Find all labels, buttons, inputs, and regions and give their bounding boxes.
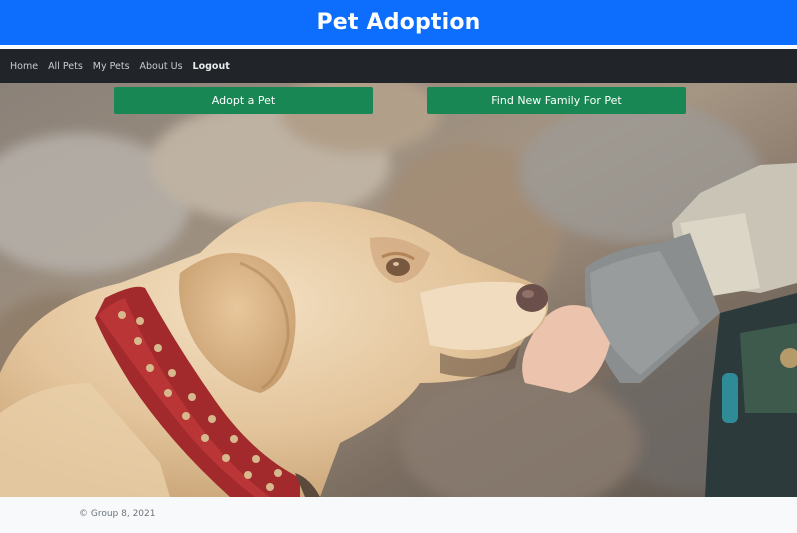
- copyright-text: © Group 8, 2021: [79, 509, 156, 519]
- hero-section: Adopt a Pet Find New Family For Pet: [0, 83, 797, 497]
- site-header: Pet Adoption: [0, 0, 797, 45]
- nav-item-logout[interactable]: Logout: [193, 61, 230, 72]
- site-title: Pet Adoption: [316, 10, 481, 35]
- nav-item-home[interactable]: Home: [10, 61, 38, 72]
- nav-item-my-pets[interactable]: My Pets: [93, 61, 130, 72]
- find-new-family-button[interactable]: Find New Family For Pet: [427, 87, 686, 114]
- footer: © Group 8, 2021: [0, 497, 797, 533]
- nav-item-about-us[interactable]: About Us: [140, 61, 183, 72]
- nav-item-all-pets[interactable]: All Pets: [48, 61, 83, 72]
- hero-dog-image: [0, 83, 797, 497]
- adopt-a-pet-button[interactable]: Adopt a Pet: [114, 87, 373, 114]
- main-navbar: Home All Pets My Pets About Us Logout: [0, 49, 797, 83]
